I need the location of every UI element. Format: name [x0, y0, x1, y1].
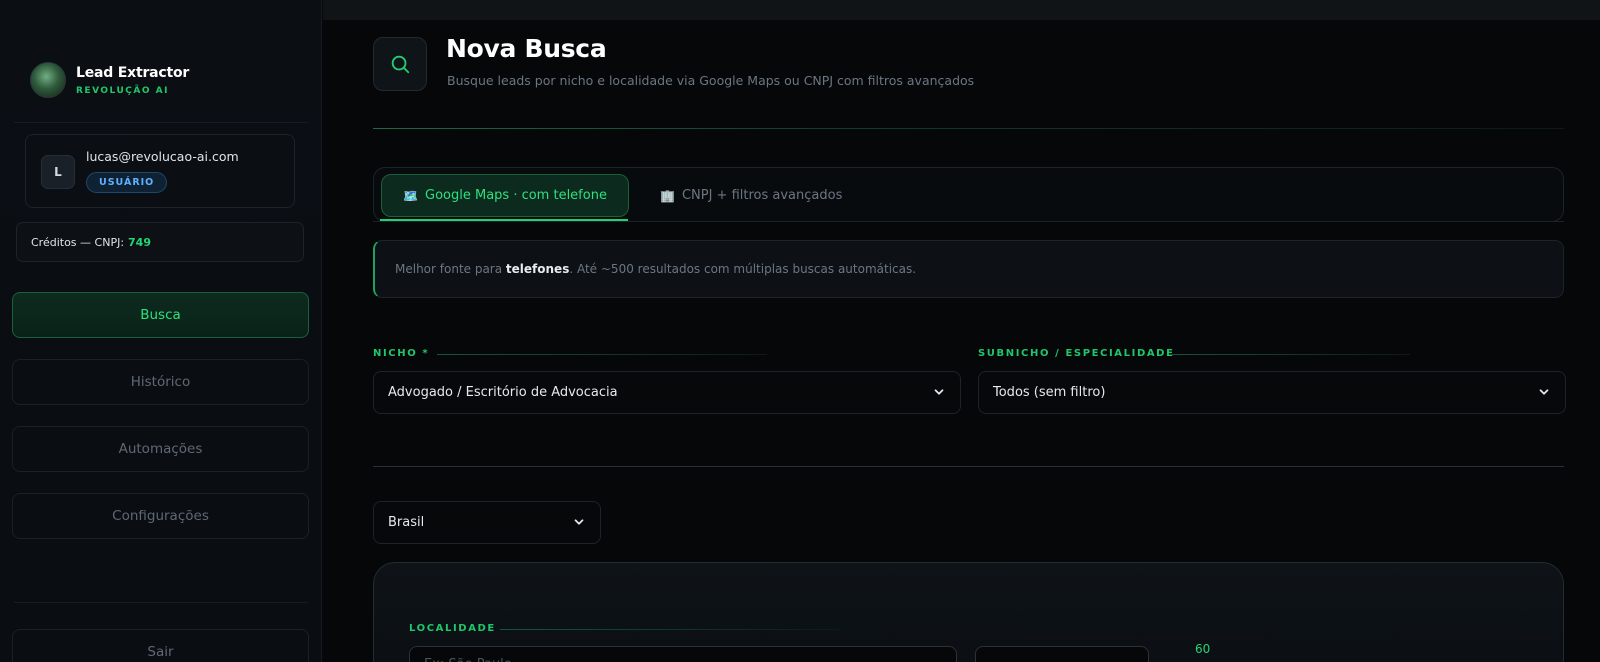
user-email: lucas@revolucao-ai.com [86, 149, 239, 164]
chevron-down-icon [1539, 389, 1549, 395]
country-select[interactable]: Brasil [373, 501, 601, 544]
brand-subtitle: REVOLUÇÃO AI [76, 85, 169, 96]
top-bar [323, 0, 1600, 20]
tab-label: CNPJ + filtros avançados [681, 188, 843, 203]
info-text-suffix: . Até ~500 resultados com múltiplas busc… [569, 262, 917, 276]
tab-google-maps[interactable]: 🗺️ Google Maps · com telefone [381, 174, 629, 217]
locality-count: 60 [1195, 642, 1211, 656]
sidebar-divider-bottom [14, 602, 308, 603]
credits-value: 749 [128, 235, 151, 249]
subniche-label: SUBNICHO / ESPECIALIDADE [978, 348, 1175, 359]
header-icon-box [373, 37, 427, 91]
niche-select[interactable]: Advogado / Escritório de Advocacia [373, 371, 961, 414]
sidebar-divider [14, 122, 308, 123]
country-value: Brasil [388, 515, 425, 530]
page-subtitle: Busque leads por nicho e localidade via … [447, 73, 975, 88]
locality-radius-field[interactable] [975, 646, 1149, 662]
brand: Lead Extractor REVOLUÇÃO AI [30, 62, 189, 98]
credits-label: Créditos — CNPJ: [31, 235, 125, 249]
sidebar: Lead Extractor REVOLUÇÃO AI L lucas@revo… [0, 0, 322, 662]
tab-label: Google Maps · com telefone [425, 188, 607, 203]
info-text-bold: telefones [505, 262, 570, 276]
credits-display: Créditos — CNPJ: 749 [16, 222, 304, 262]
locality-label-line [500, 629, 840, 630]
brand-title: Lead Extractor [76, 64, 190, 81]
subniche-select[interactable]: Todos (sem filtro) [978, 371, 1566, 414]
niche-value: Advogado / Escritório de Advocacia [388, 385, 618, 400]
info-banner: Melhor fonte para telefones. Até ~500 re… [373, 240, 1564, 298]
nav-busca[interactable]: Busca [12, 292, 309, 338]
subniche-value: Todos (sem filtro) [993, 385, 1106, 400]
locality-input[interactable]: Ex: São Paulo [409, 646, 957, 662]
section-divider [373, 466, 1564, 467]
user-card: L lucas@revolucao-ai.com USUÁRIO [25, 134, 295, 208]
locality-label: LOCALIDADE [409, 623, 496, 634]
nav-configuracoes[interactable]: Configurações [12, 493, 309, 539]
page-title: Nova Busca [446, 34, 607, 63]
chevron-down-icon [934, 389, 944, 395]
building-icon: 🏢 [660, 188, 675, 203]
map-icon: 🗺️ [403, 188, 418, 203]
avatar: L [41, 155, 75, 189]
chevron-down-icon [574, 519, 584, 525]
subniche-label-line [1170, 354, 1410, 355]
logout-button[interactable]: Sair [12, 629, 309, 662]
header-divider [373, 128, 1564, 129]
info-text-prefix: Melhor fonte para [395, 262, 506, 276]
nav-automacoes[interactable]: Automações [12, 426, 309, 472]
tabs-baseline [373, 221, 1564, 222]
source-tabs: 🗺️ Google Maps · com telefone 🏢 CNPJ + f… [373, 167, 1564, 222]
nav-historico[interactable]: Histórico [12, 359, 309, 405]
active-tab-indicator [380, 219, 628, 221]
role-badge: USUÁRIO [86, 172, 168, 193]
niche-label-line [437, 354, 767, 355]
search-icon [391, 55, 410, 74]
brand-logo [30, 62, 66, 98]
tab-cnpj[interactable]: 🏢 CNPJ + filtros avançados [642, 174, 860, 217]
niche-label: NICHO * [373, 348, 430, 359]
